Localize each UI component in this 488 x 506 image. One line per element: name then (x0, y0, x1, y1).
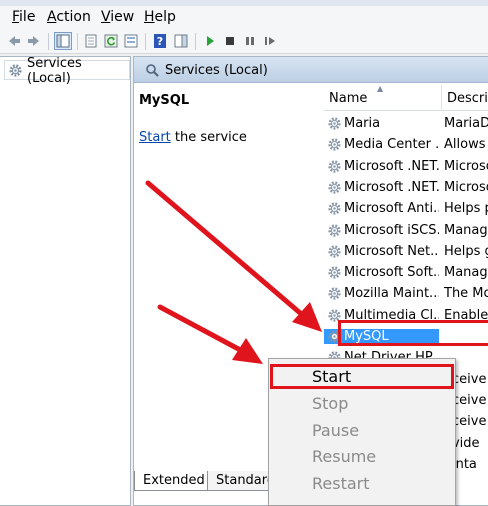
pane-header: Services (Local) (134, 57, 488, 83)
gear-icon (328, 181, 341, 194)
service-row[interactable]: Microsoft .NET... Microso (324, 177, 488, 198)
back-icon[interactable] (5, 32, 23, 50)
export-list-icon[interactable] (122, 32, 140, 50)
column-header-description-label: Descrip (447, 91, 488, 106)
service-description: Helps p (444, 201, 488, 217)
service-name: Microsoft Soft... (344, 265, 439, 281)
service-row[interactable]: Microsoft Soft... Manage (324, 262, 488, 283)
pane-title: Services (Local) (165, 63, 268, 78)
menu-file-mnemonic: F (12, 9, 20, 25)
play-icon[interactable] (201, 32, 219, 50)
show-hide-action-pane-icon[interactable] (172, 32, 190, 50)
toolbar-separator (77, 33, 78, 50)
context-menu-resume[interactable]: Resume (312, 447, 376, 466)
gear-icon (328, 266, 341, 279)
toolbar-separator (195, 33, 196, 50)
toolbar-separator (48, 33, 49, 50)
sort-ascending-icon: ▲ (377, 85, 384, 93)
menu-help[interactable]: Help (144, 9, 176, 25)
toolbar: ? (0, 28, 488, 54)
annotation-highlight-mysql (338, 320, 488, 346)
annotation-highlight-start (270, 364, 454, 389)
gear-icon (328, 287, 341, 300)
service-name-cell: Microsoft iSCS... (324, 223, 439, 238)
service-name-cell: Maria (324, 116, 439, 131)
service-row[interactable]: Media Center ... Allows (324, 134, 488, 155)
service-name: Microsoft iSCS... (344, 222, 439, 238)
context-menu-stop[interactable]: Stop (312, 394, 348, 413)
context-menu-restart[interactable]: Restart (312, 474, 370, 493)
service-name-cell: Microsoft Soft... (324, 265, 439, 280)
service-description: MariaD (444, 116, 488, 131)
services-icon (9, 64, 22, 77)
service-row[interactable]: Microsoft .NET... Microso (324, 156, 488, 177)
service-description: Microso (444, 179, 488, 195)
gear-icon (328, 223, 341, 237)
menu-view-rest: iew (110, 9, 135, 25)
tree-item-services-local[interactable]: Services (Local) (4, 56, 130, 86)
service-action-row: Start the service (139, 130, 247, 145)
service-name: Mozilla Maint... (344, 286, 439, 302)
service-description: Manage (444, 265, 488, 281)
gear-icon (328, 138, 341, 151)
svg-text:?: ? (157, 35, 163, 48)
properties-icon[interactable] (82, 32, 100, 50)
service-name: Microsoft .NET... (344, 179, 439, 195)
service-row[interactable]: Microsoft Anti... Helps p (324, 198, 488, 219)
menu-bar: File Action View Help (0, 6, 488, 28)
stop-icon[interactable] (221, 32, 239, 50)
service-name-cell: Microsoft Net... (324, 244, 439, 259)
console-tree-pane: Services (Local) (0, 56, 131, 506)
service-name: Microsoft Anti... (344, 201, 439, 217)
toolbar-separator (145, 33, 146, 50)
menu-file[interactable]: File (12, 9, 35, 25)
service-name-cell: Media Center ... (324, 137, 439, 152)
service-row[interactable]: Microsoft Net... Helps g (324, 241, 488, 262)
column-header-description[interactable]: Descrip (442, 85, 488, 111)
menu-file-rest: ile (19, 9, 36, 25)
menu-view[interactable]: View (101, 9, 134, 25)
gear-icon (328, 202, 341, 215)
service-description: Allows (444, 137, 486, 153)
service-name: Microsoft .NET... (344, 158, 439, 174)
start-service-link[interactable]: Start (139, 130, 171, 145)
service-name: Microsoft Net... (344, 243, 439, 259)
search-icon (146, 64, 159, 77)
gear-icon (328, 117, 341, 130)
gear-icon (328, 245, 341, 258)
column-header-name-label: Name (329, 91, 368, 106)
tree-item-label: Services (Local) (27, 55, 82, 86)
menu-action[interactable]: Action (47, 9, 91, 25)
service-description: The Mo (444, 286, 488, 302)
restart-icon[interactable] (261, 32, 279, 50)
menu-help-rest: elp (154, 9, 176, 25)
start-service-suffix: the service (170, 130, 247, 145)
service-description: Helps g (444, 243, 488, 259)
service-name: Maria (344, 116, 381, 131)
service-row[interactable]: Microsoft iSCS... Manage (324, 220, 488, 241)
service-name: Media Center ... (344, 137, 439, 153)
menu-action-mnemonic: A (47, 9, 57, 25)
selected-service-title: MySQL (139, 93, 190, 108)
refresh-icon[interactable] (102, 32, 120, 50)
gear-icon (328, 160, 341, 173)
column-header-name[interactable]: ▲ Name (324, 85, 442, 111)
forward-icon[interactable] (25, 32, 43, 50)
pause-icon[interactable] (241, 32, 259, 50)
menu-help-mnemonic: H (144, 9, 155, 25)
service-name-cell: Microsoft .NET... (324, 159, 439, 174)
service-description: Microso (444, 158, 488, 174)
service-row[interactable]: Mozilla Maint... The Mo (324, 283, 488, 304)
service-row[interactable]: Maria MariaD (324, 113, 488, 134)
help-icon[interactable]: ? (151, 32, 169, 50)
tab-extended[interactable]: Extended (134, 471, 212, 491)
service-name-cell: Microsoft .NET... (324, 180, 439, 195)
menu-view-mnemonic: V (101, 9, 111, 25)
context-menu-pause[interactable]: Pause (312, 421, 359, 440)
console-tree-icon[interactable] (54, 32, 72, 50)
menu-action-rest: ction (56, 9, 91, 25)
service-name-cell: Mozilla Maint... (324, 286, 439, 301)
service-name-cell: Microsoft Anti... (324, 201, 439, 216)
service-description: Manage (444, 222, 488, 238)
